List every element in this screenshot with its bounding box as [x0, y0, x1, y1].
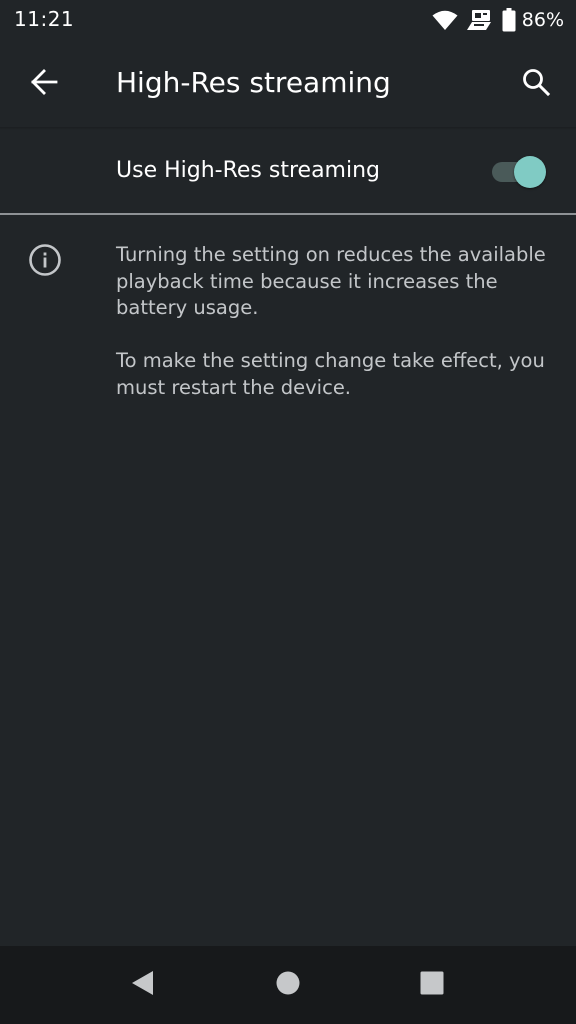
divider	[0, 213, 576, 215]
navigation-bar	[0, 946, 576, 1024]
arrow-back-icon	[30, 68, 58, 100]
hi-res-audio-icon	[466, 9, 492, 31]
setting-row-high-res-streaming[interactable]: Use High-Res streaming	[0, 130, 576, 214]
status-icons: 86%	[432, 7, 564, 33]
status-time: 11:21	[14, 7, 75, 31]
battery-percent: 86%	[521, 9, 564, 31]
nav-recents-icon	[419, 970, 445, 1000]
info-icon	[28, 243, 62, 277]
status-bar: 11:21 86%	[0, 0, 576, 40]
nav-home-icon	[275, 970, 301, 1000]
info-paragraph-battery: Turning the setting on reduces the avail…	[116, 243, 546, 319]
nav-home-button[interactable]	[264, 961, 312, 1009]
setting-label: Use High-Res streaming	[116, 158, 380, 183]
toggle-thumb	[514, 156, 546, 188]
wifi-icon	[432, 9, 458, 31]
search-button[interactable]	[514, 62, 558, 106]
page-title: High-Res streaming	[116, 66, 391, 99]
info-paragraph-restart: To make the setting change take effect, …	[116, 349, 545, 399]
battery-icon	[502, 8, 516, 32]
nav-recents-button[interactable]	[408, 961, 456, 1009]
back-button[interactable]	[22, 62, 66, 106]
nav-back-button[interactable]	[118, 961, 166, 1009]
app-bar: High-Res streaming	[0, 40, 576, 128]
high-res-streaming-toggle[interactable]	[492, 156, 546, 188]
nav-back-icon	[129, 969, 155, 1001]
search-icon	[521, 67, 551, 101]
